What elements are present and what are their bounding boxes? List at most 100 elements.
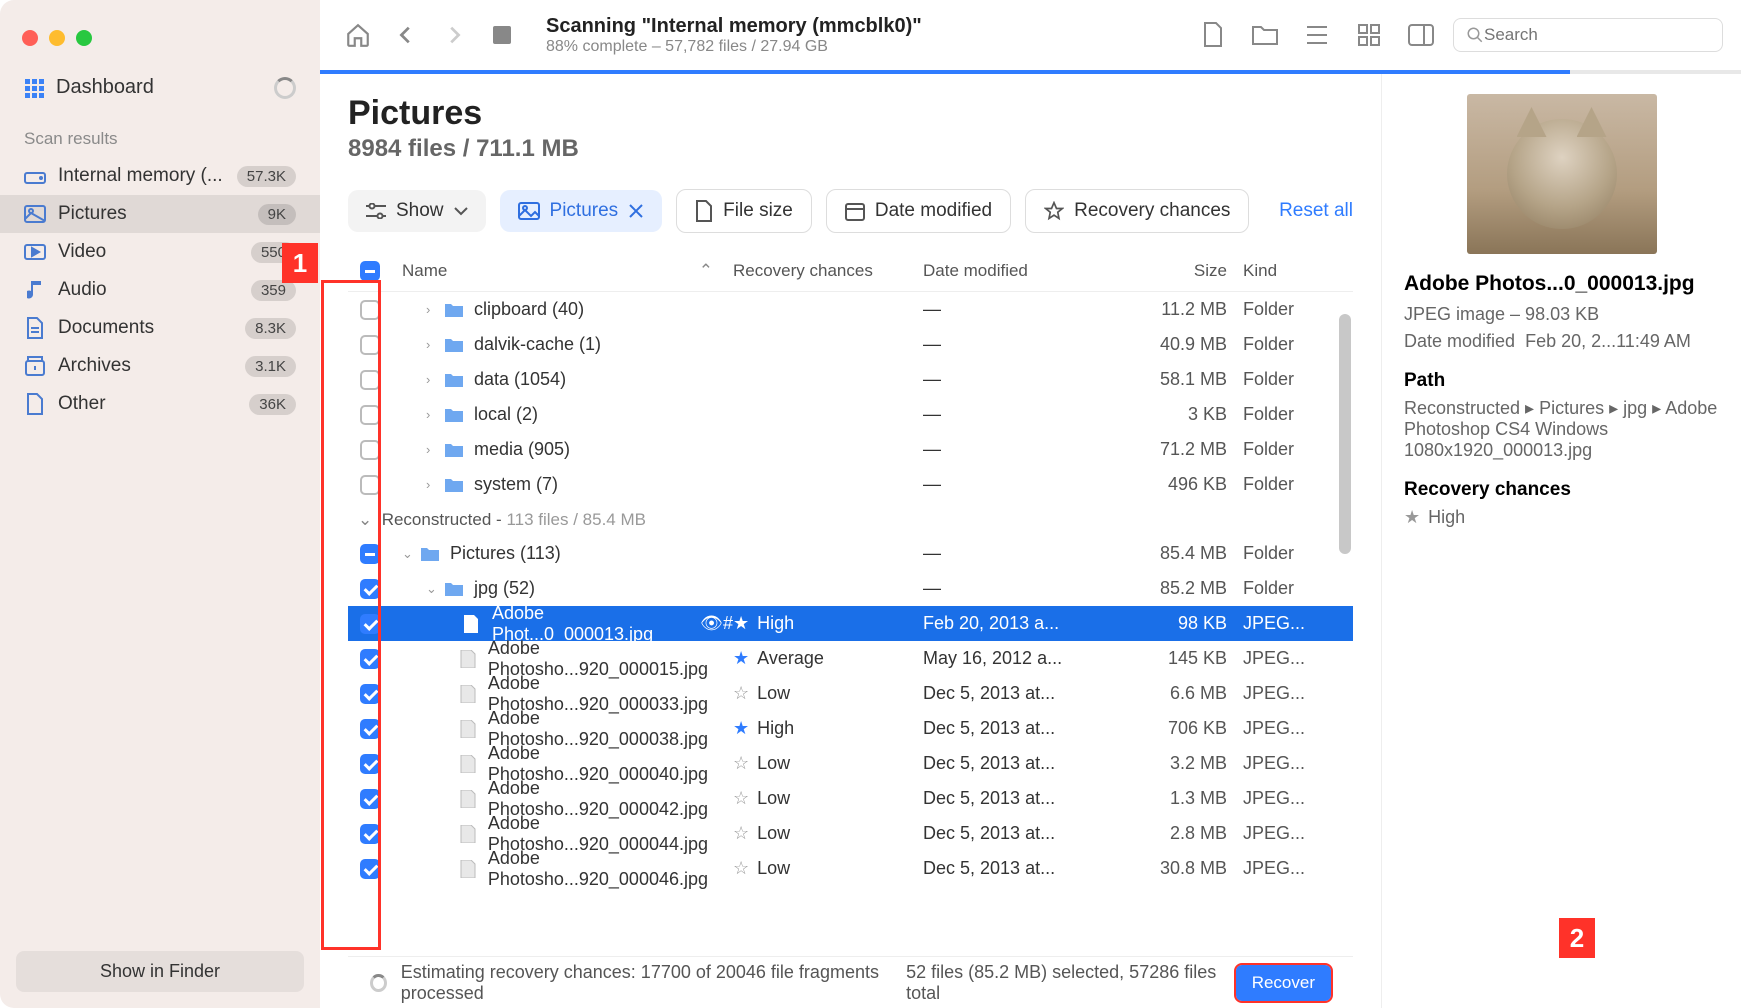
- show-filter[interactable]: Show: [348, 190, 486, 232]
- row-kind: JPEG...: [1243, 858, 1353, 879]
- forward-button[interactable]: [434, 15, 474, 55]
- row-date: —: [923, 578, 1123, 599]
- table-row[interactable]: ›data (1054) — 58.1 MB Folder: [348, 362, 1353, 397]
- sidebar-item-drive[interactable]: Internal memory (... 57.3K: [0, 157, 320, 195]
- row-kind: JPEG...: [1243, 613, 1353, 634]
- row-checkbox[interactable]: [360, 719, 380, 739]
- show-in-finder-button[interactable]: Show in Finder: [16, 951, 304, 992]
- pictures-filter[interactable]: Pictures: [500, 190, 663, 232]
- recover-button[interactable]: Recover: [1236, 965, 1331, 1001]
- col-name[interactable]: Name ⌃: [392, 261, 733, 281]
- scrollbar-thumb[interactable]: [1339, 314, 1351, 554]
- row-size: 1.3 MB: [1123, 788, 1243, 809]
- row-checkbox[interactable]: [360, 754, 380, 774]
- file-icon: [460, 860, 479, 878]
- file-size-filter[interactable]: File size: [676, 189, 812, 233]
- row-checkbox[interactable]: [360, 859, 380, 879]
- sidebar-item-label: Archives: [58, 355, 131, 377]
- table-row[interactable]: Adobe Photosho...920_000040.jpg ☆Low Dec…: [348, 746, 1353, 781]
- sidebar-item-document[interactable]: Documents 8.3K: [0, 309, 320, 347]
- table-row[interactable]: ›local (2) — 3 KB Folder: [348, 397, 1353, 432]
- row-checkbox[interactable]: [360, 824, 380, 844]
- table-row[interactable]: ›media (905) — 71.2 MB Folder: [348, 432, 1353, 467]
- sidebar-item-video[interactable]: Video 550: [0, 233, 320, 271]
- close-icon[interactable]: [22, 30, 38, 46]
- new-file-icon[interactable]: [1193, 15, 1233, 55]
- row-checkbox[interactable]: [360, 300, 380, 320]
- group-row[interactable]: ⌄ Reconstructed - 113 files / 85.4 MB: [348, 502, 1353, 536]
- row-checkbox[interactable]: [360, 789, 380, 809]
- disclosure-icon[interactable]: ›: [426, 442, 444, 457]
- row-name: system (7): [474, 474, 558, 495]
- home-button[interactable]: [338, 15, 378, 55]
- window-controls: [0, 18, 320, 66]
- row-checkbox[interactable]: [360, 370, 380, 390]
- path-label: Path: [1404, 370, 1719, 392]
- disclosure-icon[interactable]: ›: [426, 302, 444, 317]
- minimize-icon[interactable]: [49, 30, 65, 46]
- sidebar-item-archive[interactable]: Archives 3.1K: [0, 347, 320, 385]
- document-icon: [695, 200, 713, 222]
- row-checkbox[interactable]: [360, 335, 380, 355]
- sidebar-item-audio[interactable]: Audio 359: [0, 271, 320, 309]
- row-checkbox[interactable]: [360, 649, 380, 669]
- table-row[interactable]: Adobe Photosho...920_000044.jpg ☆Low Dec…: [348, 816, 1353, 851]
- row-name: dalvik-cache (1): [474, 334, 601, 355]
- dashboard-link[interactable]: Dashboard: [0, 66, 320, 109]
- table-row[interactable]: ⌄jpg (52) — 85.2 MB Folder: [348, 571, 1353, 606]
- disclosure-icon[interactable]: ›: [426, 372, 444, 387]
- disclosure-icon[interactable]: ⌄: [402, 546, 420, 562]
- row-checkbox[interactable]: [360, 440, 380, 460]
- sidebar-item-picture[interactable]: Pictures 9K: [0, 195, 320, 233]
- row-checkbox[interactable]: [360, 579, 380, 599]
- reset-all-link[interactable]: Reset all: [1279, 200, 1353, 222]
- row-checkbox[interactable]: [360, 544, 380, 564]
- col-size[interactable]: Size: [1123, 261, 1243, 281]
- table-row[interactable]: Adobe Photosho...920_000038.jpg ★High De…: [348, 711, 1353, 746]
- col-date[interactable]: Date modified: [923, 261, 1123, 281]
- star-icon: ☆: [733, 823, 749, 843]
- table-row[interactable]: ›system (7) — 496 KB Folder: [348, 467, 1353, 502]
- col-recovery[interactable]: Recovery chances: [733, 261, 923, 281]
- folder-icon[interactable]: [1245, 15, 1285, 55]
- col-kind[interactable]: Kind: [1243, 261, 1353, 281]
- star-icon: ★: [733, 648, 749, 668]
- disclosure-icon[interactable]: ›: [426, 477, 444, 492]
- table-row[interactable]: ⌄Pictures (113) — 85.4 MB Folder: [348, 536, 1353, 571]
- row-kind: JPEG...: [1243, 823, 1353, 844]
- table-row[interactable]: ›clipboard (40) — 11.2 MB Folder: [348, 292, 1353, 327]
- search-input[interactable]: [1484, 25, 1710, 45]
- recovery-filter-label: Recovery chances: [1074, 200, 1230, 222]
- stop-button[interactable]: [482, 15, 522, 55]
- table-row[interactable]: ›dalvik-cache (1) — 40.9 MB Folder: [348, 327, 1353, 362]
- maximize-icon[interactable]: [76, 30, 92, 46]
- recovery-filter[interactable]: Recovery chances: [1025, 189, 1249, 233]
- list-view-icon[interactable]: [1297, 15, 1337, 55]
- disclosure-icon[interactable]: ›: [426, 407, 444, 422]
- row-checkbox[interactable]: [360, 405, 380, 425]
- sidebar-item-count: 36K: [249, 394, 296, 415]
- star-icon: ★: [733, 718, 749, 738]
- disclosure-icon[interactable]: ›: [426, 337, 444, 352]
- close-icon[interactable]: [628, 203, 644, 219]
- date-modified-filter[interactable]: Date modified: [826, 189, 1011, 233]
- table-row[interactable]: Adobe Photosho...920_000033.jpg ☆Low Dec…: [348, 676, 1353, 711]
- table-row[interactable]: Adobe Photosho...920_000042.jpg ☆Low Dec…: [348, 781, 1353, 816]
- select-all-checkbox[interactable]: [360, 261, 380, 281]
- back-button[interactable]: [386, 15, 426, 55]
- row-checkbox[interactable]: [360, 475, 380, 495]
- table-row[interactable]: Adobe Photosho...920_000015.jpg ★Average…: [348, 641, 1353, 676]
- panel-icon[interactable]: [1401, 15, 1441, 55]
- search-box[interactable]: [1453, 18, 1723, 52]
- footer: Estimating recovery chances: 17700 of 20…: [348, 956, 1353, 1008]
- row-checkbox[interactable]: [360, 684, 380, 704]
- row-size: 11.2 MB: [1123, 299, 1243, 320]
- table-row[interactable]: Adobe Photosho...920_000046.jpg ☆Low Dec…: [348, 851, 1353, 886]
- row-date: —: [923, 404, 1123, 425]
- table-row[interactable]: Adobe Phot...0_000013.jpg 👁 # ★High Feb …: [348, 606, 1353, 641]
- sidebar-item-other[interactable]: Other 36K: [0, 385, 320, 423]
- row-checkbox[interactable]: [360, 614, 380, 634]
- row-date: —: [923, 369, 1123, 390]
- grid-view-icon[interactable]: [1349, 15, 1389, 55]
- disclosure-icon[interactable]: ⌄: [426, 581, 444, 597]
